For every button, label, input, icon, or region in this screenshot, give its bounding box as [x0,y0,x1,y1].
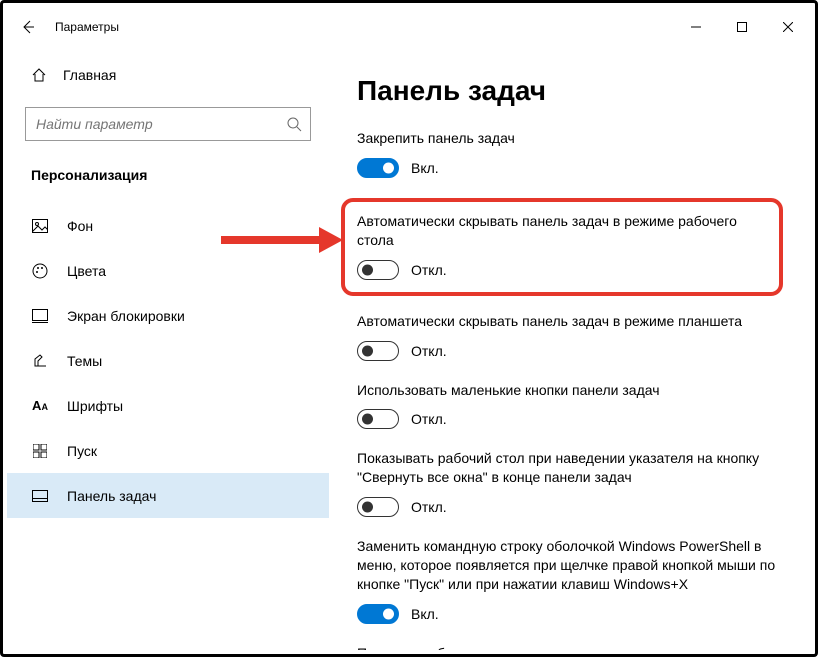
sidebar: Главная Персонализация Фон [7,47,329,650]
toggle-small-buttons[interactable] [357,409,399,429]
sidebar-item-label: Темы [67,353,102,369]
sidebar-item-lockscreen[interactable]: Экран блокировки [7,293,329,338]
fonts-icon: AA [31,398,49,413]
highlight-box: Автоматически скрывать панель задач в ре… [341,198,783,296]
home-icon [31,67,47,83]
setting-label: Автоматически скрывать панель задач в ре… [357,312,783,331]
sidebar-item-label: Шрифты [67,398,123,414]
setting-peek-desktop: Показывать рабочий стол при наведении ук… [357,449,783,517]
minimize-button[interactable] [673,7,719,47]
sidebar-item-taskbar[interactable]: Панель задач [7,473,329,518]
setting-label: Автоматически скрывать панель задач в ре… [357,212,767,250]
sidebar-item-themes[interactable]: Темы [7,338,329,383]
back-button[interactable] [7,7,49,47]
window-title: Параметры [55,20,119,34]
toggle-state: Вкл. [411,160,439,176]
toggle-powershell[interactable] [357,604,399,624]
maximize-button[interactable] [719,7,765,47]
sidebar-item-colors[interactable]: Цвета [7,248,329,293]
taskbar-icon [31,490,49,502]
sidebar-item-label: Фон [67,218,93,234]
sidebar-item-label: Экран блокировки [67,308,185,324]
search-box[interactable] [25,107,311,141]
close-button[interactable] [765,7,811,47]
page-title: Панель задач [357,75,783,107]
toggle-peek-desktop[interactable] [357,497,399,517]
setting-badges: Показать эмблемы на кнопках панели задач… [357,644,783,650]
toggle-autohide-desktop[interactable] [357,260,399,280]
sidebar-item-label: Пуск [67,443,97,459]
search-icon [286,116,302,132]
setting-lock-taskbar: Закрепить панель задач Вкл. [357,129,783,178]
setting-powershell: Заменить командную строку оболочкой Wind… [357,537,783,624]
setting-label: Заменить командную строку оболочкой Wind… [357,537,783,594]
toggle-state: Откл. [411,262,447,278]
setting-label: Закрепить панель задач [357,129,783,148]
setting-small-buttons: Использовать маленькие кнопки панели зад… [357,381,783,430]
themes-icon [31,353,49,369]
sidebar-item-fonts[interactable]: AA Шрифты [7,383,329,428]
palette-icon [31,263,49,279]
start-icon [31,444,49,458]
sidebar-item-label: Панель задач [67,488,156,504]
content: Панель задач Закрепить панель задач Вкл.… [329,47,811,650]
search-input[interactable] [36,116,286,132]
setting-label: Показать эмблемы на кнопках панели задач [357,644,783,650]
toggle-autohide-tablet[interactable] [357,341,399,361]
toggle-state: Вкл. [411,606,439,622]
toggle-state: Откл. [411,343,447,359]
titlebar: Параметры [7,7,811,47]
setting-autohide-tablet: Автоматически скрывать панель задач в ре… [357,312,783,361]
setting-autohide-desktop: Автоматически скрывать панель задач в ре… [357,212,767,280]
toggle-state: Откл. [411,411,447,427]
sidebar-home[interactable]: Главная [7,55,329,95]
toggle-lock-taskbar[interactable] [357,158,399,178]
setting-label: Использовать маленькие кнопки панели зад… [357,381,783,400]
sidebar-category: Персонализация [7,153,329,197]
sidebar-item-background[interactable]: Фон [7,203,329,248]
toggle-state: Откл. [411,499,447,515]
sidebar-item-start[interactable]: Пуск [7,428,329,473]
sidebar-home-label: Главная [63,67,116,83]
sidebar-item-label: Цвета [67,263,106,279]
setting-label: Показывать рабочий стол при наведении ук… [357,449,783,487]
picture-icon [31,219,49,233]
lockscreen-icon [31,309,49,323]
